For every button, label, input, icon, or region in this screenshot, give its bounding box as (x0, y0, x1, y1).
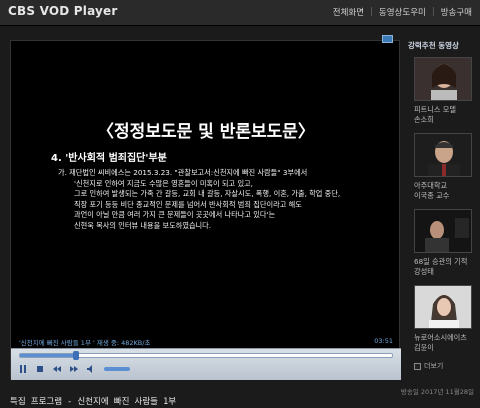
app-title: CBS VOD Player (8, 4, 118, 18)
thumbnail-image (415, 286, 471, 328)
playback-status: '신천지에 빠진 사람들 1부 ' 재생 중: 482KB/초 (19, 339, 151, 347)
player-menu-icon[interactable] (382, 35, 393, 43)
top-nav: 전체화면 | 동영상도우미 | 방송구매 (333, 6, 472, 18)
video-label-line: 김윤이 (414, 343, 434, 352)
pause-button[interactable] (17, 363, 29, 375)
rewind-icon (53, 366, 61, 372)
video-thumbnail[interactable] (414, 57, 472, 101)
video-help-link[interactable]: 동영상도우미 (379, 6, 426, 18)
volume-slider[interactable] (104, 367, 130, 371)
purchase-link[interactable]: 방송구매 (441, 6, 472, 18)
rewind-button[interactable] (51, 363, 63, 375)
control-buttons (17, 363, 130, 375)
speaker-icon (87, 365, 92, 373)
video-thumbnail[interactable] (414, 209, 472, 253)
recommended-sidebar: 강력추천 동영상 피트니스 모델 손소희 아주대학교 이국종 교수 68일 승관… (408, 40, 480, 408)
video-label-line: 이국종 교수 (414, 191, 450, 200)
video-label[interactable]: 아주대학교 이국종 교수 (414, 181, 480, 201)
video-label-line: 강성태 (414, 267, 434, 276)
slide-line: '신천지로 인하여 지금도 수많은 영혼들이 미혹이 되고 있고, (74, 178, 253, 188)
stop-icon (37, 366, 43, 372)
thumbnail-image (415, 58, 471, 100)
pause-icon (20, 365, 26, 373)
video-label[interactable]: 68일 승관의 기적 강성태 (414, 257, 480, 277)
slide-title: 〈정정보도문 및 반론보도문〉 (97, 122, 315, 142)
broadcast-date: 방송일 2017년 11월28일 (400, 388, 474, 396)
video-label-line: 피트니스 모델 (414, 105, 456, 114)
slide-line: 직장 포기 등등 비단 종교적인 문제를 넘어서 반사회적 범죄 집단이라고 해… (74, 199, 302, 209)
video-label[interactable]: 뉴로어소시에이츠 김윤이 (414, 333, 480, 353)
slide-line: 과언이 아닐 만큼 여러 가지 큰 문제들이 곳곳에서 나타나고 있다'는 (74, 210, 276, 220)
sidebar-title: 강력추천 동영상 (408, 41, 459, 50)
title-bar: CBS VOD Player 전체화면 | 동영상도우미 | 방송구매 (0, 0, 480, 26)
forward-button[interactable] (68, 363, 80, 375)
video-label-line: 아주대학교 (414, 181, 448, 190)
video-thumbnail[interactable] (414, 133, 472, 177)
forward-icon (70, 366, 78, 372)
video-label-line: 손소희 (414, 115, 434, 124)
video-player[interactable]: 〈정정보도문 및 반론보도문〉 4. '반사회적 범죄집단'부분 가. 재단법인… (10, 35, 401, 380)
seek-progress (20, 354, 76, 357)
nav-divider: | (431, 7, 435, 17)
stop-button[interactable] (34, 363, 46, 375)
fullscreen-link[interactable]: 전체화면 (333, 6, 364, 18)
video-label[interactable]: 피트니스 모델 손소희 (414, 105, 480, 125)
seek-handle[interactable] (73, 351, 79, 360)
playback-time: 03:51 (374, 337, 393, 345)
slide-body: 가. 재단법인 씨비에스는 2015.3.23. "관찰보고서:신천지에 빠진 … (58, 168, 388, 232)
video-thumbnail[interactable] (414, 285, 472, 329)
program-title: 특집 프로그램 - 신천지에 빠진 사람들 1부 (10, 397, 177, 407)
video-label-line: 68일 승관의 기적 (414, 257, 468, 266)
slide-line: 신현욱 목사의 인터뷰 내용을 보도하였습니다. (74, 220, 212, 230)
thumbnail-image (415, 210, 471, 252)
nav-divider: | (370, 7, 373, 17)
seek-bar[interactable] (19, 351, 393, 360)
slide-line: 그로 인하여 발생되는 가족 간 갈등, 교회 내 갈등, 자살시도, 폭행, … (74, 189, 341, 199)
mute-button[interactable] (85, 363, 97, 375)
more-toggle[interactable]: 더보기 (414, 361, 480, 371)
thumbnail-image (415, 134, 471, 176)
slide-line: 가. 재단법인 씨비에스는 2015.3.23. "관찰보고서:신천지에 빠진 … (58, 168, 308, 177)
player-controls (11, 348, 401, 380)
more-label: 더보기 (424, 362, 444, 370)
slide-subtitle: 4. '반사회적 범죄집단'부분 (51, 153, 167, 164)
more-checkbox[interactable] (414, 362, 421, 370)
video-label-line: 뉴로어소시에이츠 (414, 333, 467, 342)
